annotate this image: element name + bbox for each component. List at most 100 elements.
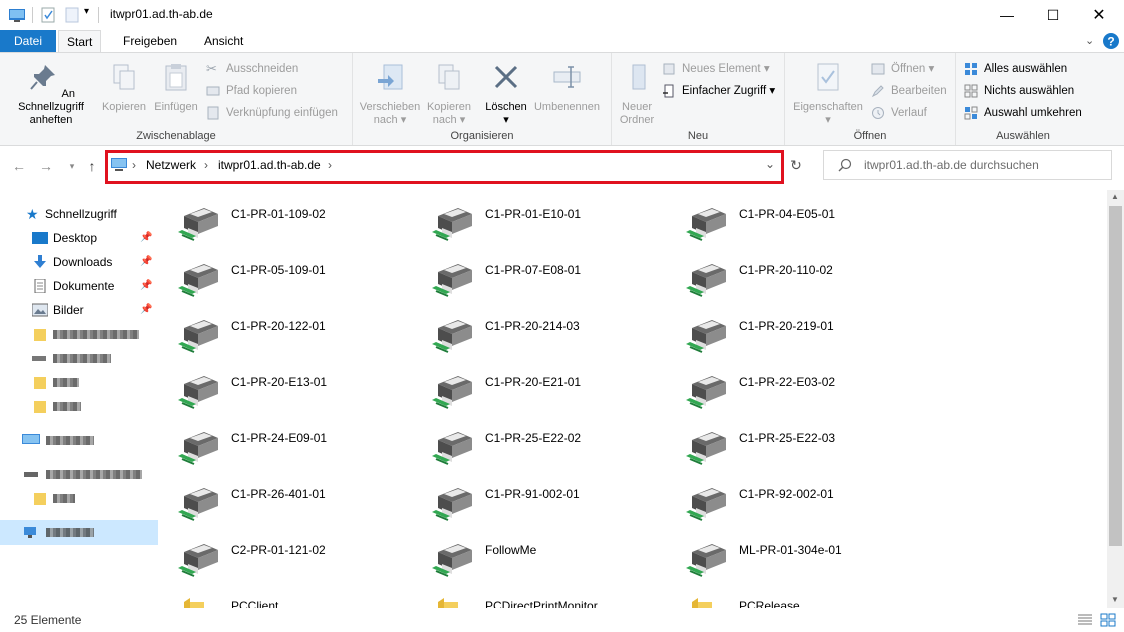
printer-item[interactable]: C1-PR-20-219-01 [678,306,932,362]
sidebar-item-obscured[interactable] [0,346,158,370]
sidebar-item-network-selected[interactable] [0,520,158,545]
address-dropdown-icon[interactable]: ⌄ [765,157,775,171]
sidebar-item-obscured[interactable] [0,428,158,452]
printer-item[interactable]: C1-PR-20-214-03 [424,306,678,362]
new-folder-button[interactable]: Neuer Ordner [614,61,660,127]
folder-item[interactable]: PCClient [170,586,424,608]
printer-icon [176,258,222,298]
folder-item[interactable]: PCRelease [678,586,932,608]
crumb-server[interactable]: itwpr01.ad.th-ab.de [218,158,321,172]
printer-item[interactable]: ML-PR-01-304e-01 [678,530,932,586]
printer-item[interactable]: C1-PR-20-E21-01 [424,362,678,418]
forward-arrow-icon[interactable]: → [36,156,56,176]
scrollbar-thumb[interactable] [1109,206,1122,546]
sidebar-item-obscured[interactable] [0,370,158,394]
copy-to-button[interactable]: Kopieren nach ▾ [423,61,475,127]
printer-item[interactable]: C2-PR-01-121-02 [170,530,424,586]
printer-item[interactable]: C1-PR-92-002-01 [678,474,932,530]
printer-item[interactable]: C1-PR-07-E08-01 [424,250,678,306]
sidebar-item-documents[interactable]: Dokumente 📌 [0,274,158,298]
printer-item[interactable]: C1-PR-01-109-02 [170,194,424,250]
crumb-network[interactable]: Netzwerk [146,158,196,172]
pin-icon[interactable]: 📌 [140,226,152,250]
details-view-icon[interactable] [1077,613,1093,627]
quick-access-dropdown-icon[interactable]: ▾ [84,6,89,17]
recent-locations-icon[interactable]: ▾ [62,156,82,176]
copy-button[interactable]: Kopieren [98,61,150,114]
printer-item[interactable]: C1-PR-20-E13-01 [170,362,424,418]
vertical-scrollbar[interactable]: ▲ ▼ [1107,190,1124,608]
paste-button[interactable]: Einfügen [150,61,202,114]
new-item-button[interactable]: Neues Element ▾ [662,59,770,79]
scroll-up-icon[interactable]: ▲ [1111,192,1119,201]
printer-item[interactable]: C1-PR-24-E09-01 [170,418,424,474]
printer-item[interactable]: C1-PR-01-E10-01 [424,194,678,250]
sidebar-item-quick-access[interactable]: ★ Schnellzugriff [0,202,158,226]
printer-item[interactable]: C1-PR-26-401-01 [170,474,424,530]
easy-access-button[interactable]: Einfacher Zugriff ▾ [662,81,775,101]
printer-item[interactable]: C1-PR-05-109-01 [170,250,424,306]
item-label: C1-PR-05-109-01 [231,263,326,277]
cut-button[interactable]: ✂ Ausschneiden [206,59,298,79]
printer-item[interactable]: C1-PR-91-002-01 [424,474,678,530]
minimize-icon[interactable]: — [984,0,1030,30]
item-label: C1-PR-91-002-01 [485,487,580,501]
maximize-icon[interactable]: ☐ [1030,0,1076,30]
printer-item[interactable]: FollowMe [424,530,678,586]
printer-item[interactable]: C1-PR-25-E22-02 [424,418,678,474]
printer-item[interactable]: C1-PR-20-110-02 [678,250,932,306]
sidebar-item-obscured[interactable] [0,462,158,486]
sidebar-item-obscured[interactable] [0,486,158,510]
delete-button[interactable]: Löschen ▾ [479,61,533,127]
pin-icon[interactable]: 📌 [140,274,152,298]
folder-item[interactable]: PCDirectPrintMonitor [424,586,678,608]
tab-share[interactable]: Freigeben [115,30,185,52]
item-label: C1-PR-20-110-02 [739,263,833,277]
sidebar-item-downloads[interactable]: Downloads 📌 [0,250,158,274]
pin-quick-access-button[interactable]: An Schnellzugriff anheften [4,61,98,127]
refresh-icon[interactable]: ↻ [786,155,806,175]
item-label: C1-PR-20-214-03 [485,319,580,333]
printer-item[interactable]: C1-PR-20-122-01 [170,306,424,362]
pin-icon[interactable]: 📌 [140,298,152,322]
invert-selection-button[interactable]: Auswahl umkehren [964,103,1082,123]
rename-button[interactable]: Umbenennen [531,61,603,114]
sidebar-item-pictures[interactable]: Bilder 📌 [0,298,158,322]
select-all-button[interactable]: Alles auswählen [964,59,1067,79]
help-icon[interactable]: ? [1102,32,1120,50]
pin-icon[interactable]: 📌 [140,250,152,274]
drive-icon [32,356,46,361]
paste-shortcut-button[interactable]: Verknüpfung einfügen [206,103,338,123]
edit-button[interactable]: Bearbeiten [871,81,947,101]
item-label: C1-PR-07-E08-01 [485,263,582,277]
address-bar[interactable]: › Netzwerk › itwpr01.ad.th-ab.de › ⌄ [105,150,784,184]
properties-button[interactable]: Eigenschaften ▾ [787,61,869,127]
up-arrow-icon[interactable]: ↑ [82,156,102,176]
printer-icon [430,538,476,578]
tab-file[interactable]: Datei [0,30,56,52]
history-button[interactable]: Verlauf [871,103,927,123]
printer-icon [684,482,730,522]
new-folder-quick-icon[interactable] [64,6,80,24]
printer-item[interactable]: C1-PR-04-E05-01 [678,194,932,250]
collapse-ribbon-icon[interactable]: ⌄ [1085,34,1094,47]
scroll-down-icon[interactable]: ▼ [1111,595,1119,604]
tab-view[interactable]: Ansicht [196,30,251,52]
printer-item[interactable]: C1-PR-25-E22-03 [678,418,932,474]
open-button[interactable]: Öffnen ▾ [871,59,934,79]
sidebar-item-obscured[interactable] [0,394,158,418]
sidebar-item-obscured[interactable] [0,322,158,346]
crumb-separator: › [132,158,136,172]
tab-start[interactable]: Start [58,30,102,53]
sidebar-item-desktop[interactable]: Desktop 📌 [0,226,158,250]
close-icon[interactable]: ✕ [1076,0,1122,30]
copy-path-button[interactable]: Pfad kopieren [206,81,297,101]
large-icons-view-icon[interactable] [1100,613,1116,627]
scissors-icon: ✂ [206,61,217,76]
move-to-button[interactable]: Verschieben nach ▾ [357,61,423,127]
properties-icon[interactable] [40,6,56,24]
search-box[interactable]: itwpr01.ad.th-ab.de durchsuchen [823,150,1112,180]
select-none-button[interactable]: Nichts auswählen [964,81,1074,101]
printer-item[interactable]: C1-PR-22-E03-02 [678,362,932,418]
back-arrow-icon[interactable]: ← [9,156,29,176]
